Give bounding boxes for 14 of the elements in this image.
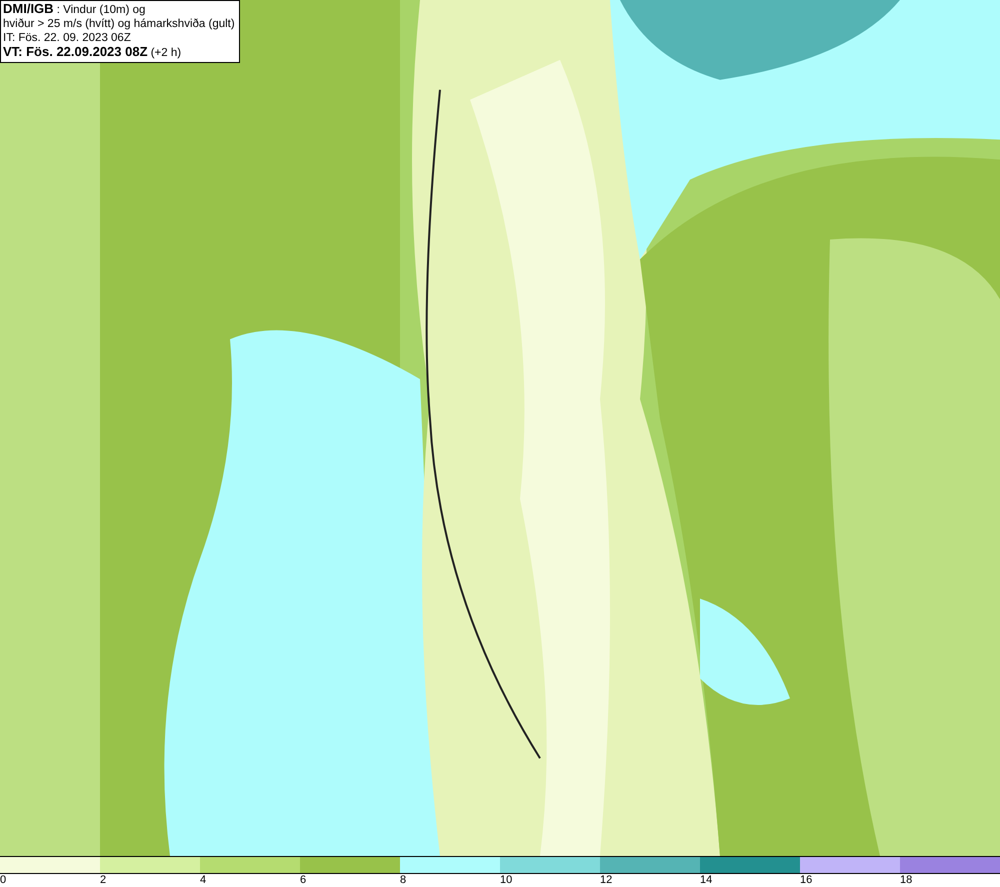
title-line: IT: Fös. 22. 09. 2023 06Z	[3, 31, 132, 45]
legend-label: 12	[600, 874, 612, 887]
legend-label: 2	[100, 874, 106, 887]
title-line: DMI/IGB : Vindur (10m) og	[3, 2, 146, 17]
title-line: hviður > 25 m/s (hvítt) og hámarkshviða (gult)	[3, 17, 235, 31]
legend-label: 6	[300, 874, 306, 887]
legend-label: 18	[900, 874, 912, 887]
legend-label: 16	[800, 874, 812, 887]
legend-label: 14	[700, 874, 712, 887]
legend-label: 8	[400, 874, 406, 887]
title-line: VT: Fös. 22.09.2023 08Z (+2 h)	[3, 45, 182, 60]
legend-label: 10	[500, 874, 512, 887]
legend-label: 0	[0, 874, 6, 887]
legend-label: 4	[200, 874, 206, 887]
